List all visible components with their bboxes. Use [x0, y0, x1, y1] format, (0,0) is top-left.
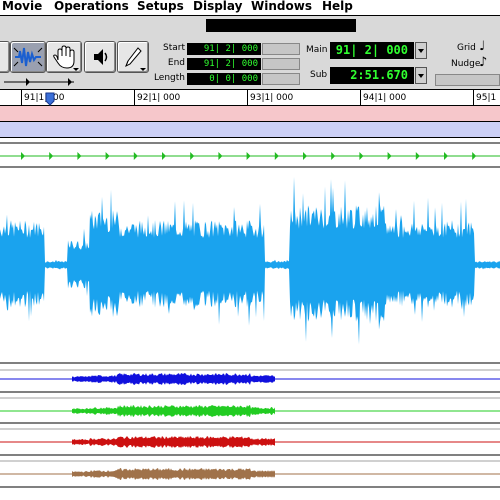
blue-audio-track[interactable]	[0, 369, 500, 393]
beat-marker	[359, 152, 364, 160]
green-audio-track[interactable]	[0, 397, 500, 424]
beat-marker	[331, 152, 336, 160]
beat-marker	[444, 152, 448, 160]
red-audio-track[interactable]	[0, 428, 500, 456]
beat-marker	[77, 152, 82, 160]
beat-marker	[246, 152, 251, 160]
beat-marker	[303, 152, 307, 160]
beat-marker	[218, 152, 223, 160]
tracks-area	[0, 142, 500, 488]
beat-marker	[162, 152, 166, 160]
beat-marker	[190, 152, 195, 160]
beat-marker	[387, 152, 392, 160]
beat-marker	[133, 152, 138, 160]
beat-marker	[472, 152, 477, 160]
brown-audio-track[interactable]	[0, 460, 500, 488]
beat-marker	[274, 152, 279, 160]
beat-marker	[415, 152, 420, 160]
beat-marker-track	[0, 142, 500, 168]
audio-waveform-track[interactable]	[0, 176, 500, 364]
beat-marker	[21, 152, 25, 160]
beat-marker	[49, 152, 54, 160]
beat-marker	[105, 152, 110, 160]
